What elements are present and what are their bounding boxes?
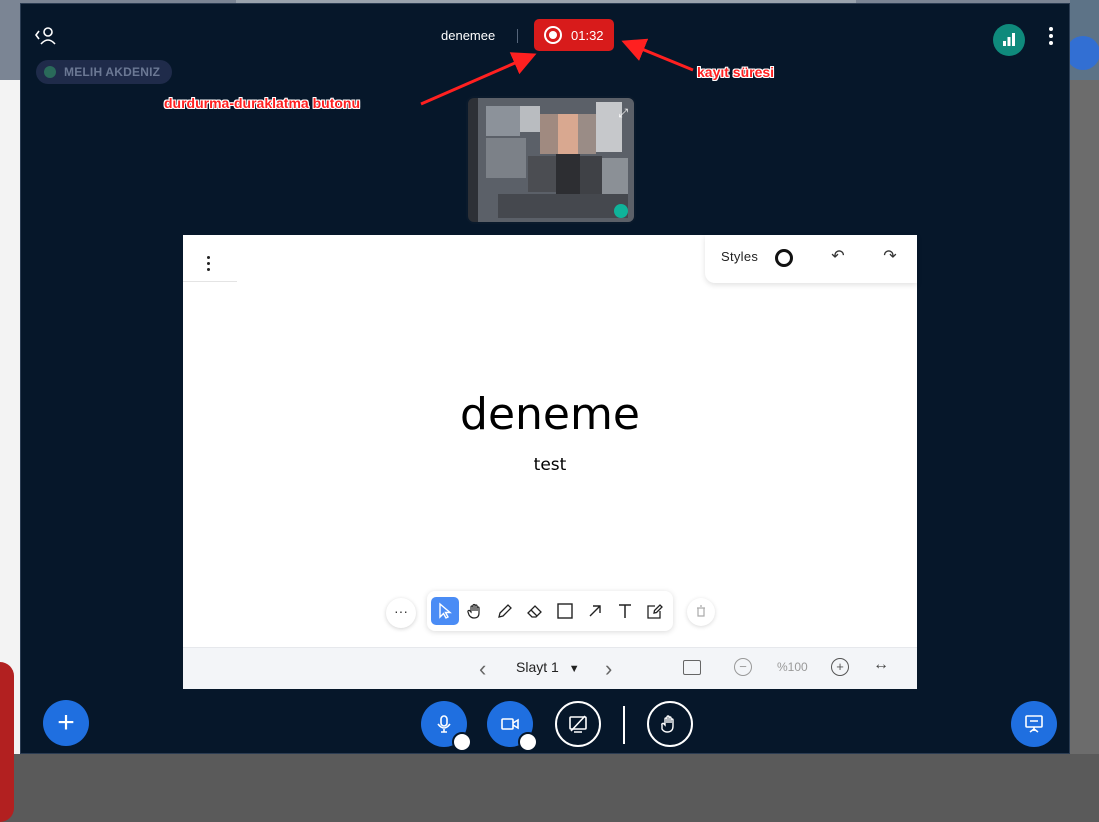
pencil-icon [498,604,512,618]
camera-icon [501,718,519,730]
delete-button[interactable] [687,598,715,626]
plus-icon: + [836,659,844,674]
styles-button[interactable]: Styles [721,249,758,264]
redo-icon: ↷ [883,248,897,265]
divider [183,281,237,282]
presentation-whiteboard[interactable]: Styles ↶ ↷ deneme test ··· ‹ Slayt 1 ▼ ›… [183,235,917,689]
presentation-toggle-button[interactable] [1011,701,1057,747]
webcam-video-tile[interactable]: ⤢ [466,96,636,224]
annotation-arrow-duration [621,38,694,72]
fit-to-screen-button[interactable] [683,660,701,675]
undo-icon: ↶ [831,248,845,265]
presentation-footer: ‹ Slayt 1 ▼ › − %100 + ↔ [183,647,917,689]
zoom-in-button[interactable]: + [831,658,849,676]
presenter-name: MELIH AKDENIZ [64,65,161,79]
zoom-out-button[interactable]: − [734,658,752,676]
background-red-shape [0,662,14,822]
hand-icon [661,715,674,733]
background-right-panel [1070,80,1099,754]
annotation-duration: kayıt süresi [697,64,775,80]
more-vertical-icon [1045,27,1057,45]
presenter-avatar-dot [44,66,56,78]
connection-status-button[interactable] [993,24,1025,56]
fit-width-button[interactable]: ↔ [873,656,889,674]
trash-icon [697,605,705,617]
hand-tool[interactable] [461,597,489,625]
pencil-tool[interactable] [491,597,519,625]
eraser-icon [527,605,542,618]
users-icon [35,27,56,45]
conference-window: MELIH AKDENIZ denemee 01:32 durdurma-dur… [20,3,1070,754]
redo-button[interactable]: ↷ [881,248,899,266]
raise-hand-button[interactable] [647,701,693,747]
background-left-strip [0,80,22,822]
camera-button[interactable] [487,701,538,752]
undo-button[interactable]: ↶ [829,248,847,266]
text-tool[interactable] [611,597,639,625]
actions-button[interactable]: + [43,700,89,746]
meeting-name: denemee [441,28,496,43]
fullscreen-icon[interactable]: ⤢ [618,106,628,121]
previous-slide-button[interactable]: ‹ [479,656,486,682]
more-vertical-icon [203,256,213,271]
presenter-chip: MELIH AKDENIZ [36,60,173,84]
mic-active-icon [614,204,628,218]
header-separator [517,29,518,43]
note-tool[interactable] [641,597,669,625]
controls-separator [623,706,625,744]
note-icon [647,604,663,619]
background-button [1066,36,1099,70]
screenshare-off-icon [569,715,587,733]
text-icon [619,604,631,618]
minus-icon: − [739,659,747,674]
whiteboard-menu-button[interactable] [203,253,213,273]
arrow-icon [589,605,601,617]
slide-subtitle: test [533,455,567,475]
recording-button[interactable]: 01:32 [534,19,614,51]
slide-selector-value: Slayt 1 [516,659,559,675]
next-slide-button[interactable]: › [605,656,612,682]
select-tool[interactable] [431,597,459,625]
rectangle-icon [557,603,573,619]
chevron-right-icon: › [605,656,613,681]
signal-bars-icon [1003,33,1015,46]
chevron-down-icon: ▼ [568,663,580,675]
slide-title: deneme [460,389,640,440]
annotation-pause-stop: durdurma-duraklatma butonu [164,95,361,111]
slide-selector[interactable]: Slayt 1 ▼ [516,659,580,675]
more-tools-button[interactable]: ··· [386,598,416,628]
microphone-button[interactable] [421,701,472,752]
screenshare-button[interactable] [555,701,601,747]
rectangle-tool[interactable] [551,597,579,625]
stroke-style-icon[interactable] [775,249,793,267]
arrows-horizontal-icon: ↔ [873,656,889,673]
record-icon [544,26,562,44]
plus-icon: + [57,706,75,739]
toggle-users-list-button[interactable] [33,24,61,46]
eraser-tool[interactable] [521,597,549,625]
drawing-toolbar [427,591,673,631]
chevron-left-icon: ‹ [479,656,487,681]
arrow-tool[interactable] [581,597,609,625]
hand-icon [467,603,480,619]
options-menu-button[interactable] [1045,24,1057,48]
style-panel: Styles ↶ ↷ [705,235,917,283]
audio-options-caret[interactable] [452,732,472,752]
zoom-level: %100 [777,660,808,674]
video-options-caret[interactable] [518,732,538,752]
presentation-icon [1025,715,1043,733]
microphone-icon [437,715,451,733]
select-icon [439,602,452,619]
blurred-video-feed [478,98,634,222]
recording-time: 01:32 [571,27,604,43]
